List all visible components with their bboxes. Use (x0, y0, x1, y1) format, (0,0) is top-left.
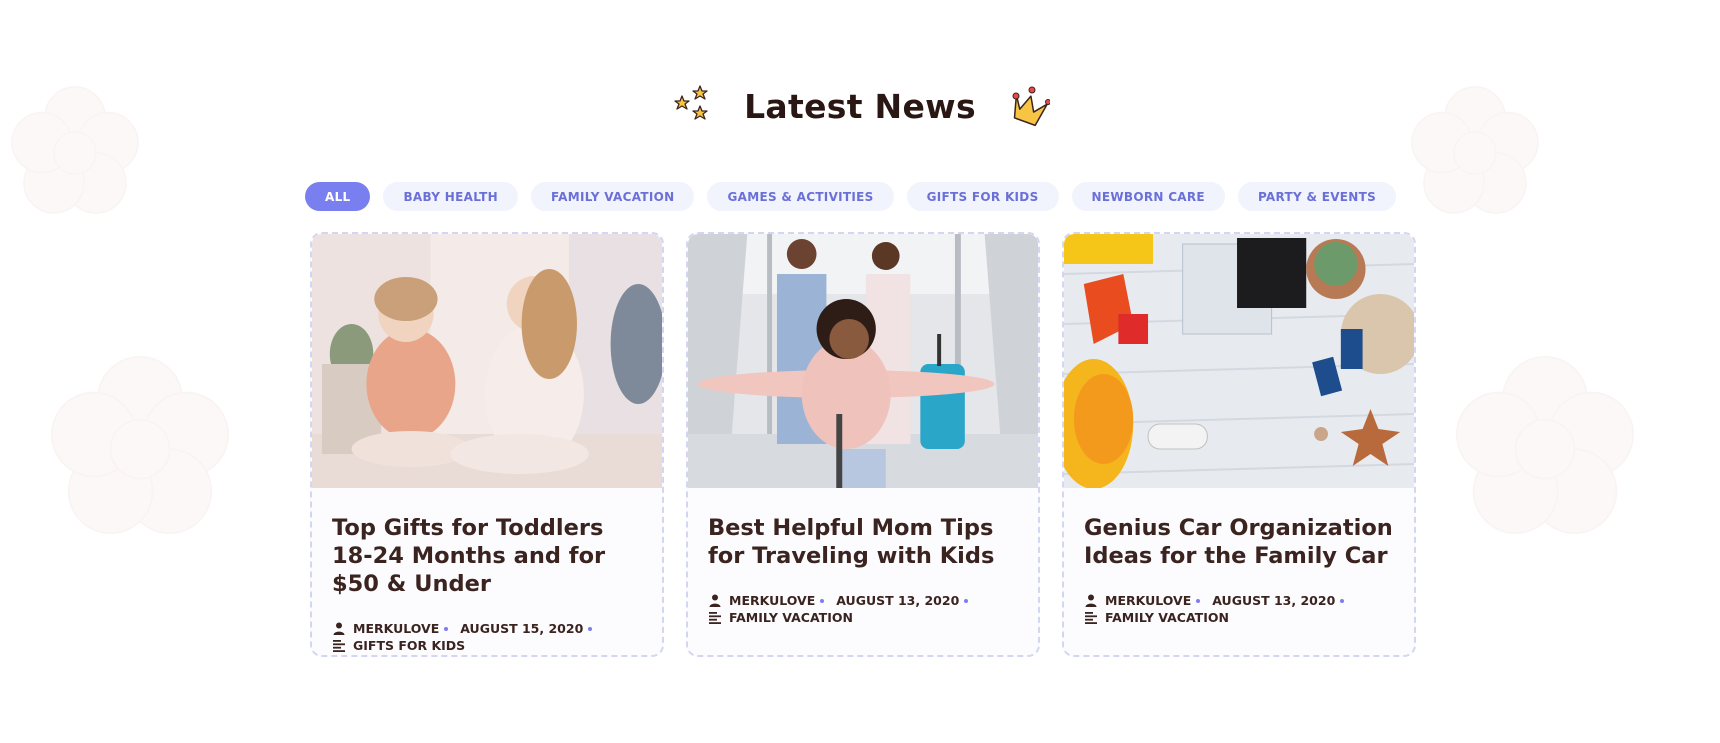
post-meta: MERKULOVE AUGUST 13, 2020 FAMILY VACATIO… (1084, 592, 1394, 626)
post-category[interactable]: FAMILY VACATION (1105, 610, 1229, 625)
post-category[interactable]: FAMILY VACATION (729, 610, 853, 625)
tab-family-vacation[interactable]: FAMILY VACATION (531, 182, 695, 211)
section-header: Latest News (0, 78, 1720, 134)
post-meta: MERKULOVE AUGUST 15, 2020 GIFTS FOR KIDS (332, 620, 642, 654)
news-grid: Top Gifts for Toddlers 18-24 Months and … (310, 232, 1416, 657)
post-title[interactable]: Genius Car Organization Ideas for the Fa… (1084, 514, 1394, 570)
category-lines-icon (1084, 611, 1098, 625)
post-title[interactable]: Top Gifts for Toddlers 18-24 Months and … (332, 514, 642, 598)
tab-games-activities[interactable]: GAMES & ACTIVITIES (707, 182, 894, 211)
news-card: Genius Car Organization Ideas for the Fa… (1062, 232, 1416, 657)
separator-dot (1196, 598, 1201, 603)
tab-gifts-for-kids[interactable]: GIFTS FOR KIDS (906, 182, 1059, 211)
post-image[interactable] (1064, 234, 1414, 488)
post-meta: MERKULOVE AUGUST 13, 2020 FAMILY VACATIO… (708, 592, 1018, 626)
user-icon (1084, 594, 1098, 608)
section-title: Latest News (744, 86, 976, 126)
tab-all[interactable]: ALL (305, 182, 371, 211)
category-filter-tabs: ALL BABY HEALTH FAMILY VACATION GAMES & … (305, 182, 1397, 211)
flower-decoration-icon (50, 355, 230, 535)
separator-dot (1340, 598, 1345, 603)
post-image[interactable] (688, 234, 1038, 488)
post-author[interactable]: MERKULOVE (353, 621, 439, 636)
separator-dot (820, 598, 825, 603)
post-author[interactable]: MERKULOVE (729, 593, 815, 608)
stars-icon (674, 85, 708, 120)
tab-baby-health[interactable]: BABY HEALTH (383, 182, 518, 211)
post-category[interactable]: GIFTS FOR KIDS (353, 638, 465, 653)
category-lines-icon (708, 611, 722, 625)
separator-dot (964, 598, 969, 603)
tab-party-events[interactable]: PARTY & EVENTS (1237, 182, 1397, 211)
post-date[interactable]: AUGUST 13, 2020 (836, 593, 959, 608)
post-author[interactable]: MERKULOVE (1105, 593, 1191, 608)
user-icon (708, 594, 722, 608)
news-card: Best Helpful Mom Tips for Traveling with… (686, 232, 1040, 657)
category-lines-icon (332, 639, 346, 653)
flower-decoration-icon (1455, 355, 1635, 535)
separator-dot (588, 626, 593, 631)
post-date[interactable]: AUGUST 13, 2020 (1212, 593, 1335, 608)
post-image[interactable] (312, 234, 662, 488)
tab-newborn-care[interactable]: NEWBORN CARE (1071, 182, 1225, 211)
user-icon (332, 622, 346, 636)
post-title[interactable]: Best Helpful Mom Tips for Traveling with… (708, 514, 1018, 570)
crown-icon (1012, 86, 1050, 127)
news-card: Top Gifts for Toddlers 18-24 Months and … (310, 232, 664, 657)
separator-dot (444, 626, 449, 631)
post-date[interactable]: AUGUST 15, 2020 (460, 621, 583, 636)
